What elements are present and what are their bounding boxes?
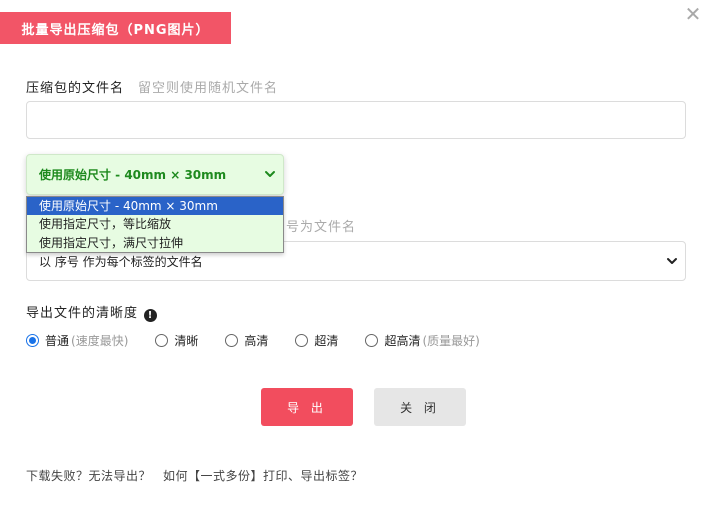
size-option-stretch[interactable]: 使用指定尺寸，满尺寸拉伸 (27, 234, 283, 252)
radio-note: (质量最好) (422, 333, 480, 348)
size-select-value: 使用原始尺寸 - 40mm × 30mm (39, 168, 227, 182)
radio-button[interactable] (225, 333, 239, 347)
download-failed-link[interactable]: 下载失败？无法导出？ (26, 469, 151, 483)
zip-name-label: 压缩包的文件名 (26, 81, 125, 96)
radio-label: 超高清 (384, 333, 421, 348)
radio-button[interactable] (295, 333, 309, 347)
quality-label: 导出文件的清晰度 (26, 306, 139, 321)
export-button[interactable]: 导 出 (261, 388, 353, 426)
naming-select-value: 以 序号 作为每个标签的文件名 (39, 254, 203, 269)
radio-button[interactable] (26, 333, 39, 347)
quality-option-super-hd[interactable]: 超高清 (质量最好) (365, 332, 480, 349)
naming-label-partial: 号为文件名 (286, 220, 357, 235)
radio-note: (速度最快) (71, 333, 129, 348)
close-button[interactable]: 关 闭 (374, 388, 466, 426)
info-icon[interactable]: ! (144, 309, 158, 322)
quality-option-clear[interactable]: 清晰 (155, 332, 198, 349)
quality-radio-group: 普通 (速度最快) 清晰 高清 超清 超高清 (质量最好) (26, 331, 507, 349)
quality-label-row: 导出文件的清晰度! (26, 302, 158, 322)
footer-links: 下载失败？无法导出？ 如何【一式多份】打印、导出标签？ (26, 467, 363, 484)
radio-button[interactable] (155, 333, 169, 347)
zip-name-input[interactable] (26, 101, 686, 139)
radio-button[interactable] (365, 333, 379, 347)
size-select[interactable]: 使用原始尺寸 - 40mm × 30mm (26, 154, 284, 195)
quality-option-hd[interactable]: 高清 (225, 332, 268, 349)
radio-label: 高清 (244, 333, 269, 348)
size-option-proportional[interactable]: 使用指定尺寸，等比缩放 (27, 215, 283, 233)
dialog-title: 批量导出压缩包（PNG图片） (0, 12, 231, 44)
zip-name-label-row: 压缩包的文件名 留空则使用随机文件名 (26, 77, 278, 96)
zip-name-hint: 留空则使用随机文件名 (138, 81, 279, 96)
multi-copy-help-link[interactable]: 如何【一式多份】打印、导出标签？ (163, 469, 363, 483)
chevron-down-icon (265, 171, 275, 177)
size-option-original[interactable]: 使用原始尺寸 - 40mm × 30mm (27, 197, 283, 216)
radio-label: 普通 (45, 333, 70, 348)
quality-option-ultra[interactable]: 超清 (295, 332, 338, 349)
chevron-down-icon (667, 258, 677, 264)
close-icon[interactable]: ✕ (684, 4, 702, 24)
radio-label: 清晰 (174, 333, 199, 348)
quality-option-normal[interactable]: 普通 (速度最快) (26, 332, 128, 349)
radio-label: 超清 (314, 333, 339, 348)
size-dropdown-list: 使用原始尺寸 - 40mm × 30mm 使用指定尺寸，等比缩放 使用指定尺寸，… (26, 196, 284, 253)
